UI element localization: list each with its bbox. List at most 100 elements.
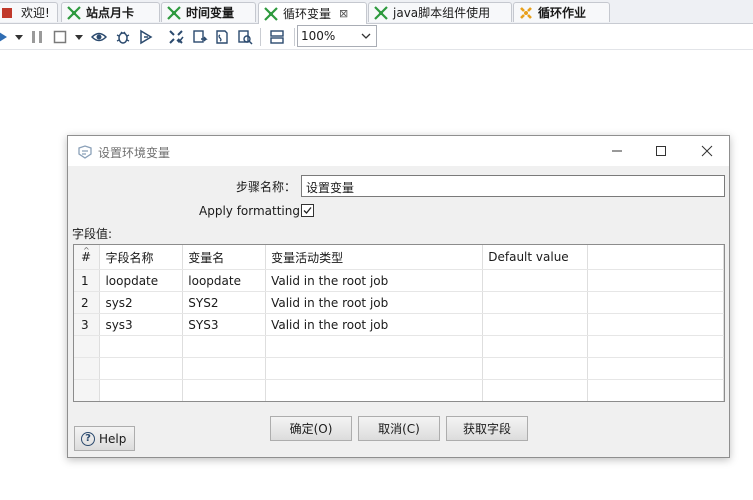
tab-close-icon[interactable]: ⊠ (339, 7, 348, 20)
empty-cell[interactable] (182, 335, 267, 358)
help-label: Help (99, 431, 127, 446)
column-header-empty (587, 245, 724, 270)
empty-cell[interactable] (265, 379, 484, 401)
empty-cell[interactable] (265, 335, 484, 358)
checkmark-icon (303, 207, 312, 214)
replay-icon[interactable] (137, 28, 155, 46)
tab-loop-variable[interactable]: 循环变量 ⊠ (258, 2, 367, 24)
debug-bug-icon[interactable] (114, 28, 132, 46)
chevron-down-icon (361, 29, 371, 46)
empty-cell[interactable] (482, 379, 589, 401)
empty-cell[interactable] (182, 379, 267, 401)
field-name-cell[interactable]: sys3 (99, 313, 184, 336)
verify-icon[interactable] (167, 28, 185, 46)
default-value-cell[interactable] (482, 269, 589, 292)
variable-name-cell[interactable]: SYS2 (182, 291, 267, 314)
tab-java-script-usage[interactable]: java脚本组件使用 (368, 2, 512, 22)
empty-table-row[interactable] (74, 357, 724, 380)
apply-formatting-checkbox[interactable] (301, 204, 314, 217)
row-number: 3 (74, 313, 101, 336)
table-row[interactable]: 3 sys3 SYS3 Valid in the root job (74, 313, 724, 336)
tab-label: 时间变量 (186, 6, 235, 20)
sql-icon[interactable] (213, 28, 231, 46)
tab-loop-job[interactable]: 循环作业 (513, 2, 610, 22)
default-value-cell[interactable] (482, 291, 589, 314)
apply-formatting-label: Apply formatting (199, 204, 300, 218)
help-button[interactable]: ? Help (74, 426, 135, 451)
explore-db-icon[interactable] (236, 28, 254, 46)
empty-cell (587, 291, 724, 314)
tab-label: 站点月卡 (86, 6, 135, 20)
close-icon[interactable] (696, 141, 718, 161)
get-fields-button[interactable]: 获取字段 (446, 416, 528, 441)
column-header-field-name[interactable]: 字段名称 (99, 245, 184, 270)
empty-cell[interactable] (99, 357, 184, 380)
variable-scope-cell[interactable]: Valid in the root job (265, 313, 484, 336)
transformation-icon (263, 6, 279, 22)
sort-arrow-icon: ^ (83, 246, 90, 255)
maximize-icon[interactable] (650, 141, 672, 161)
tab-label: 循环变量 (283, 7, 332, 21)
variable-scope-cell[interactable]: Valid in the root job (265, 291, 484, 314)
step-name-input[interactable]: 设置变量 (301, 175, 725, 197)
empty-table-row[interactable] (74, 379, 724, 401)
pause-icon[interactable] (28, 28, 46, 46)
empty-cell[interactable] (482, 335, 589, 358)
default-value-cell[interactable] (482, 313, 589, 336)
column-header-variable-scope[interactable]: 变量活动类型 (265, 245, 484, 270)
tab-label: java脚本组件使用 (393, 6, 491, 20)
empty-cell (587, 335, 724, 358)
set-variables-step-icon (77, 144, 93, 160)
table-header-row: # 字段名称 变量名 变量活动类型 Default value (74, 245, 724, 270)
zoom-select[interactable]: 100% (297, 25, 377, 47)
transformation-icon (66, 5, 82, 21)
row-number: 2 (74, 291, 101, 314)
table-row[interactable]: 2 sys2 SYS2 Valid in the root job (74, 291, 724, 314)
cancel-button[interactable]: 取消(C) (358, 416, 440, 441)
variable-name-cell[interactable]: loopdate (182, 269, 267, 292)
row-number: 1 (74, 269, 101, 292)
toolbar-separator (260, 28, 261, 46)
run-dropdown-icon[interactable] (10, 28, 28, 46)
tab-station-card[interactable]: 站点月卡 (61, 2, 160, 22)
empty-cell[interactable] (99, 335, 184, 358)
empty-cell (587, 313, 724, 336)
transformation-icon (166, 5, 182, 21)
column-header-default-value[interactable]: Default value (482, 245, 589, 270)
empty-cell[interactable] (265, 357, 484, 380)
welcome-icon (1, 5, 17, 21)
field-name-cell[interactable]: loopdate (99, 269, 184, 292)
fields-label: 字段值: (72, 227, 113, 241)
stop-dropdown-icon[interactable] (70, 28, 88, 46)
tab-welcome[interactable]: 欢迎! (0, 2, 58, 22)
impact-icon[interactable] (191, 28, 209, 46)
empty-cell[interactable] (482, 357, 589, 380)
show-results-icon[interactable] (268, 28, 286, 46)
variable-scope-cell[interactable]: Valid in the root job (265, 269, 484, 292)
tab-time-variable[interactable]: 时间变量 (161, 2, 256, 22)
zoom-value: 100% (301, 29, 336, 43)
empty-cell (587, 269, 724, 292)
job-icon (518, 5, 534, 21)
empty-table-row[interactable] (74, 335, 724, 358)
table-row[interactable]: 1 loopdate loopdate Valid in the root jo… (74, 269, 724, 292)
ok-button[interactable]: 确定(O) (270, 416, 352, 441)
dialog-title: 设置环境变量 (98, 146, 171, 160)
tab-label: 循环作业 (538, 6, 587, 20)
row-number (74, 379, 101, 401)
field-name-cell[interactable]: sys2 (99, 291, 184, 314)
set-variables-dialog: 设置环境变量 步骤名称： 设置变量 Apply formatting 字段值: … (67, 135, 730, 458)
empty-cell[interactable] (182, 357, 267, 380)
column-header-variable-name[interactable]: 变量名 (182, 245, 267, 270)
empty-cell[interactable] (99, 379, 184, 401)
empty-cell (587, 379, 724, 401)
stop-icon[interactable] (51, 28, 69, 46)
preview-eye-icon[interactable] (90, 28, 108, 46)
fields-table[interactable]: ^ # 字段名称 变量名 变量活动类型 Default value 1 loop… (73, 244, 725, 402)
step-name-label: 步骤名称： (235, 180, 296, 194)
minimize-icon[interactable] (606, 141, 628, 161)
variable-name-cell[interactable]: SYS3 (182, 313, 267, 336)
editor-tab-bar: 欢迎! 站点月卡 时间变量 循环变量 ⊠ java脚本组件使用 循环作业 (0, 0, 753, 24)
dialog-titlebar[interactable]: 设置环境变量 (68, 136, 729, 166)
transformation-icon (373, 5, 389, 21)
